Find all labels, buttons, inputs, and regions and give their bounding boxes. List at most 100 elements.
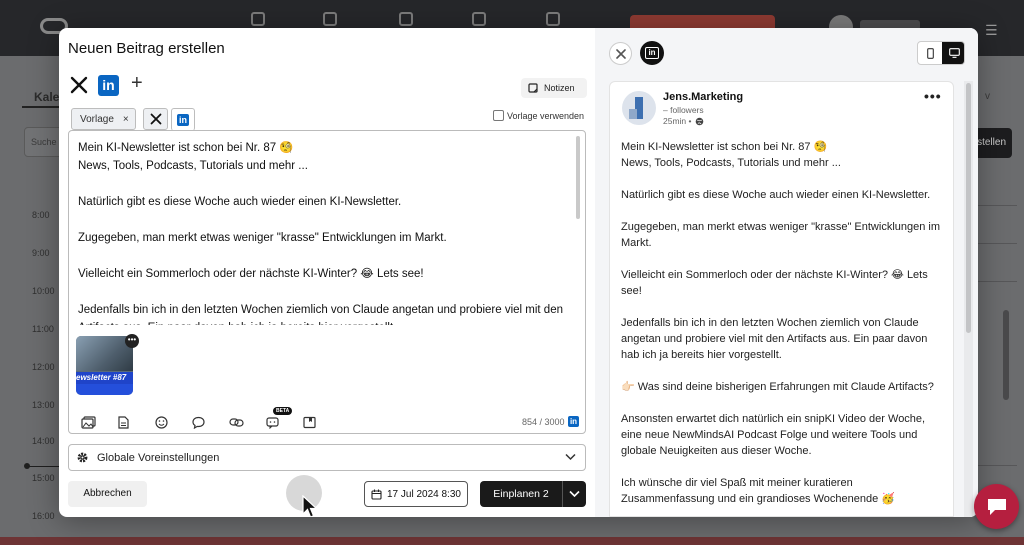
- char-counter: 854 / 3000: [522, 417, 565, 427]
- linkedin-icon: in: [568, 416, 579, 427]
- background-scrollbar[interactable]: [1003, 310, 1009, 400]
- background-view-select[interactable]: v: [985, 91, 990, 102]
- schedule-options-button[interactable]: [562, 481, 586, 507]
- create-post-modal: Neuen Beitrag erstellen in + Notizen Vor…: [59, 28, 978, 517]
- chat-bubble-icon: [987, 498, 1006, 515]
- time-label: 10:00: [32, 286, 55, 296]
- schedule-date-label: 17 Jul 2024 8:30: [387, 488, 461, 500]
- template-chip-label: Vorlage: [80, 113, 114, 125]
- calendar-icon: [371, 489, 382, 500]
- media-library-icon[interactable]: [302, 413, 339, 431]
- grid-line: [977, 243, 1017, 244]
- notes-button[interactable]: Notizen: [521, 78, 587, 98]
- image-icon[interactable]: [80, 413, 117, 431]
- beta-badge: BETA: [273, 407, 293, 415]
- preview-linkedin-button[interactable]: in: [640, 41, 664, 65]
- editor-toolbar: [80, 413, 339, 431]
- desktop-view-button[interactable]: [942, 42, 964, 64]
- modal-title: Neuen Beitrag erstellen: [68, 40, 225, 57]
- cancel-button[interactable]: Abbrechen: [68, 481, 147, 507]
- linkedin-post-preview: Jens.Marketing – followers 25min • ••• M…: [609, 81, 954, 517]
- grid-line: [977, 465, 1017, 466]
- preview-x-button[interactable]: [609, 42, 632, 65]
- composer-panel: Neuen Beitrag erstellen in + Notizen Vor…: [59, 28, 595, 517]
- post-time-label: 25min •: [663, 116, 692, 126]
- ai-chat-icon[interactable]: [265, 413, 302, 431]
- nav-calendar-icon[interactable]: [399, 12, 413, 26]
- background-search[interactable]: Suche: [24, 127, 64, 157]
- editor-scrollbar[interactable]: [576, 136, 580, 219]
- desktop-icon: [948, 48, 960, 58]
- comment-icon[interactable]: [191, 413, 228, 431]
- author-name: Jens.Marketing: [663, 91, 744, 103]
- schedule-button[interactable]: Einplanen 2: [480, 481, 562, 507]
- linkedin-icon: in: [177, 113, 189, 126]
- template-chip-close[interactable]: ×: [123, 114, 129, 125]
- time-label: 13:00: [32, 400, 55, 410]
- preview-paragraph: 👉🏻 Was sind deine bisherigen Erfahrungen…: [621, 381, 934, 393]
- preview-paragraph: Natürlich gibt es diese Woche auch wiede…: [621, 189, 931, 201]
- linkedin-icon: in: [645, 47, 659, 59]
- global-settings-label: Globale Voreinstellungen: [97, 451, 220, 464]
- checkbox[interactable]: [493, 110, 504, 121]
- tab-calendar[interactable]: Kale: [34, 90, 59, 104]
- schedule-date-button[interactable]: 17 Jul 2024 8:30: [364, 481, 468, 507]
- mobile-icon: [926, 47, 934, 59]
- editor-paragraph: Vielleicht ein Sommerloch oder der nächs…: [78, 268, 424, 280]
- tab-linkedin[interactable]: in: [171, 108, 195, 131]
- link-icon[interactable]: [228, 413, 265, 431]
- emoji-icon[interactable]: [154, 413, 191, 431]
- nav-chat-icon[interactable]: [323, 12, 337, 26]
- nav-search-icon[interactable]: [251, 12, 265, 26]
- chevron-down-icon: [565, 453, 576, 461]
- linkedin-icon[interactable]: in: [98, 75, 119, 96]
- notes-icon: [528, 83, 538, 93]
- global-settings-accordion[interactable]: Globale Voreinstellungen: [68, 444, 586, 471]
- chevron-down-icon: [569, 490, 580, 498]
- x-logo-icon: [615, 48, 626, 59]
- preview-paragraph: Jedenfalls bin ich in den letzten Wochen…: [621, 317, 928, 361]
- use-template-checkbox[interactable]: Vorlage verwenden: [493, 110, 584, 121]
- current-time-line: [26, 466, 60, 467]
- preview-scrollbar-thumb[interactable]: [966, 83, 971, 333]
- nav-link-icon[interactable]: [472, 12, 486, 26]
- template-chip[interactable]: Vorlage ×: [71, 108, 136, 130]
- editor-paragraph: Natürlich gibt es diese Woche auch wiede…: [78, 196, 402, 208]
- hamburger-menu-icon[interactable]: ☰: [985, 22, 998, 39]
- gear-icon: [77, 452, 88, 463]
- post-preview-text: Mein KI-Newsletter ist schon bei Nr. 87 …: [621, 139, 946, 507]
- background-footer-strip: [0, 537, 1024, 545]
- author-followers: – followers: [663, 105, 704, 115]
- author-avatar: [622, 91, 656, 125]
- editor-paragraph: Zugegeben, man merkt etwas weniger "kras…: [78, 232, 447, 244]
- x-logo-icon: [150, 113, 161, 125]
- globe-icon: [695, 117, 703, 125]
- time-label: 12:00: [32, 362, 55, 372]
- document-icon[interactable]: [117, 413, 154, 431]
- time-label: 11:00: [32, 324, 54, 334]
- time-label: 15:00: [32, 473, 55, 483]
- time-label: 14:00: [32, 436, 55, 446]
- preview-panel: in Jens.Marketing – followers 25min • ••…: [595, 28, 978, 517]
- media-thumbnail[interactable]: ewsletter #87: [76, 336, 133, 395]
- add-network-button[interactable]: +: [131, 72, 143, 95]
- preview-paragraph: Mein KI-Newsletter ist schon bei Nr. 87 …: [621, 141, 841, 169]
- time-label: 8:00: [32, 210, 50, 220]
- mobile-view-button[interactable]: [918, 42, 942, 64]
- tab-x[interactable]: [143, 108, 168, 130]
- time-label: 16:00: [32, 511, 55, 521]
- preview-paragraph: Zugegeben, man merkt etwas weniger "kras…: [621, 221, 941, 249]
- use-template-label: Vorlage verwenden: [507, 110, 585, 121]
- nav-megaphone-icon[interactable]: [546, 12, 560, 26]
- post-text[interactable]: Mein KI-Newsletter ist schon bei Nr. 87 …: [78, 139, 568, 325]
- media-more-button[interactable]: •••: [125, 334, 139, 348]
- post-menu-icon[interactable]: •••: [924, 88, 942, 104]
- post-editor[interactable]: Mein KI-Newsletter ist schon bei Nr. 87 …: [68, 130, 586, 434]
- x-logo-icon[interactable]: [70, 76, 88, 94]
- notes-label: Notizen: [544, 83, 575, 93]
- thumbnail-caption: ewsletter #87: [76, 372, 133, 384]
- thumbnail-subband: [76, 384, 133, 395]
- mouse-cursor-icon: [302, 495, 319, 517]
- preview-paragraph: Vielleicht ein Sommerloch oder der nächs…: [621, 269, 928, 297]
- chat-button[interactable]: [974, 484, 1019, 529]
